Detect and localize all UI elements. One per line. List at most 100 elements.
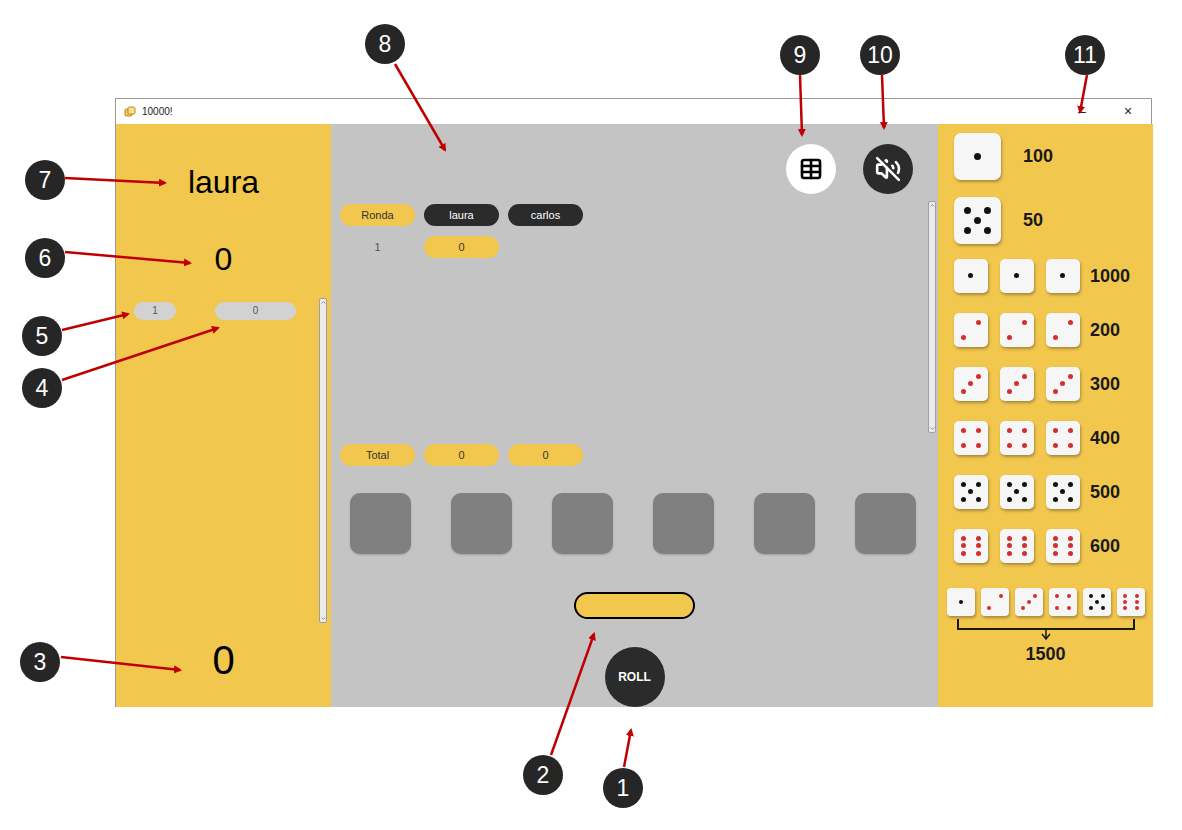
callout-arrow — [62, 314, 128, 330]
scoring-points: 200 — [1090, 317, 1120, 344]
scoreboard-scrollbar[interactable] — [928, 201, 936, 433]
die-icon — [981, 588, 1009, 616]
callout-arrow — [61, 657, 180, 670]
die-icon — [954, 133, 1001, 180]
scroll-down-icon[interactable] — [320, 615, 327, 622]
turn-points-field — [574, 592, 695, 619]
app-window: 10000!–×laura0100Rondalauracarlos10Total… — [115, 98, 1152, 707]
die-icon — [1083, 588, 1111, 616]
die-icon — [1046, 367, 1080, 401]
window-title: 10000! — [142, 104, 173, 119]
die-icon — [1000, 367, 1034, 401]
scoring-row: 600 — [938, 529, 1153, 563]
scoring-points: 1000 — [1090, 263, 1130, 290]
scoring-points: 300 — [1090, 371, 1120, 398]
scoring-row: 50 — [938, 197, 1153, 244]
callout-arrow — [551, 634, 594, 755]
title-bar: 10000! –× — [116, 99, 1151, 124]
scoring-row: 1500 — [938, 588, 1153, 668]
scoring-row: 300 — [938, 367, 1153, 401]
dice-slot[interactable] — [653, 493, 714, 554]
scoring-row: 500 — [938, 475, 1153, 509]
player-rounds: 10 — [116, 298, 331, 623]
die-icon — [954, 475, 988, 509]
score-cell: 0 — [424, 236, 499, 258]
callout-badge: 11 — [1065, 35, 1105, 75]
scoring-row: 100 — [938, 133, 1153, 180]
scroll-up-icon[interactable] — [320, 299, 327, 306]
callout-arrow — [624, 730, 631, 767]
app-dice-icon — [124, 106, 136, 118]
die-icon — [954, 313, 988, 347]
die-icon — [1046, 259, 1080, 293]
callout-arrow — [62, 328, 218, 380]
player-name: laura — [116, 124, 331, 202]
scoring-points: 600 — [1090, 533, 1120, 560]
dice-slot[interactable] — [754, 493, 815, 554]
scoring-points: 100 — [1023, 143, 1053, 170]
scoring-points: 50 — [1023, 207, 1043, 234]
die-icon — [954, 421, 988, 455]
callout-badge: 7 — [25, 160, 65, 200]
callout-badge: 6 — [25, 238, 65, 278]
die-icon — [1046, 475, 1080, 509]
muted-speaker-icon — [875, 156, 901, 182]
callout-badge: 4 — [22, 368, 62, 408]
callout-arrow — [65, 178, 165, 183]
scoring-row: 400 — [938, 421, 1153, 455]
die-icon — [947, 588, 975, 616]
close-button[interactable]: × — [1105, 101, 1151, 122]
scoring-points: 400 — [1090, 425, 1120, 452]
die-icon — [1046, 313, 1080, 347]
roll-button[interactable]: ROLL — [605, 647, 665, 707]
round-points: 0 — [215, 302, 296, 320]
callout-badge: 8 — [365, 24, 405, 64]
bracket-icon — [957, 619, 1135, 641]
scoring-points: 1500 — [1025, 641, 1065, 668]
player-total: 0 — [116, 636, 331, 684]
scroll-up-icon[interactable] — [929, 202, 936, 209]
total-cell: 0 — [424, 444, 499, 466]
dice-slot[interactable] — [451, 493, 512, 554]
dice-slot[interactable] — [350, 493, 411, 554]
callout-badge: 2 — [523, 755, 563, 795]
die-icon — [1000, 259, 1034, 293]
scoreboard-header: Ronda laura carlos — [340, 204, 928, 226]
die-icon — [954, 367, 988, 401]
callout-arrow — [882, 75, 884, 128]
callout-arrow — [800, 75, 802, 135]
totals-label: Total — [340, 444, 415, 466]
dice-slot[interactable] — [855, 493, 916, 554]
callout-arrow — [65, 252, 190, 263]
callout-badge: 1 — [603, 768, 643, 808]
callout-badge: 10 — [860, 35, 900, 75]
scoreboard-button[interactable] — [786, 144, 836, 194]
scoring-points: 500 — [1090, 479, 1120, 506]
annotated-screenshot: 10000!–×laura0100Rondalauracarlos10Total… — [0, 0, 1182, 830]
total-cell: 0 — [508, 444, 583, 466]
player-scrollbar[interactable] — [319, 298, 327, 623]
table-icon — [799, 157, 823, 181]
callout-badge: 5 — [22, 316, 62, 356]
callout-arrow — [1080, 75, 1087, 112]
column-header: laura — [424, 204, 499, 226]
dice-slot[interactable] — [552, 493, 613, 554]
die-icon — [1015, 588, 1043, 616]
round-score: 0 — [116, 239, 331, 279]
column-header: Ronda — [340, 204, 415, 226]
scoring-row: 1000 — [938, 259, 1153, 293]
die-icon — [954, 529, 988, 563]
die-icon — [1049, 588, 1077, 616]
callout-arrow — [395, 64, 445, 150]
game-board: Rondalauracarlos10Total00ROLL — [331, 124, 938, 707]
scoreboard-row: 10 — [340, 236, 928, 258]
sound-button[interactable] — [863, 144, 913, 194]
scroll-down-icon[interactable] — [929, 425, 936, 432]
die-icon — [954, 259, 988, 293]
die-icon — [1046, 421, 1080, 455]
minimize-button[interactable]: – — [1059, 101, 1105, 122]
scoring-row: 200 — [938, 313, 1153, 347]
die-icon — [954, 197, 1001, 244]
die-icon — [1000, 313, 1034, 347]
column-header: carlos — [508, 204, 583, 226]
